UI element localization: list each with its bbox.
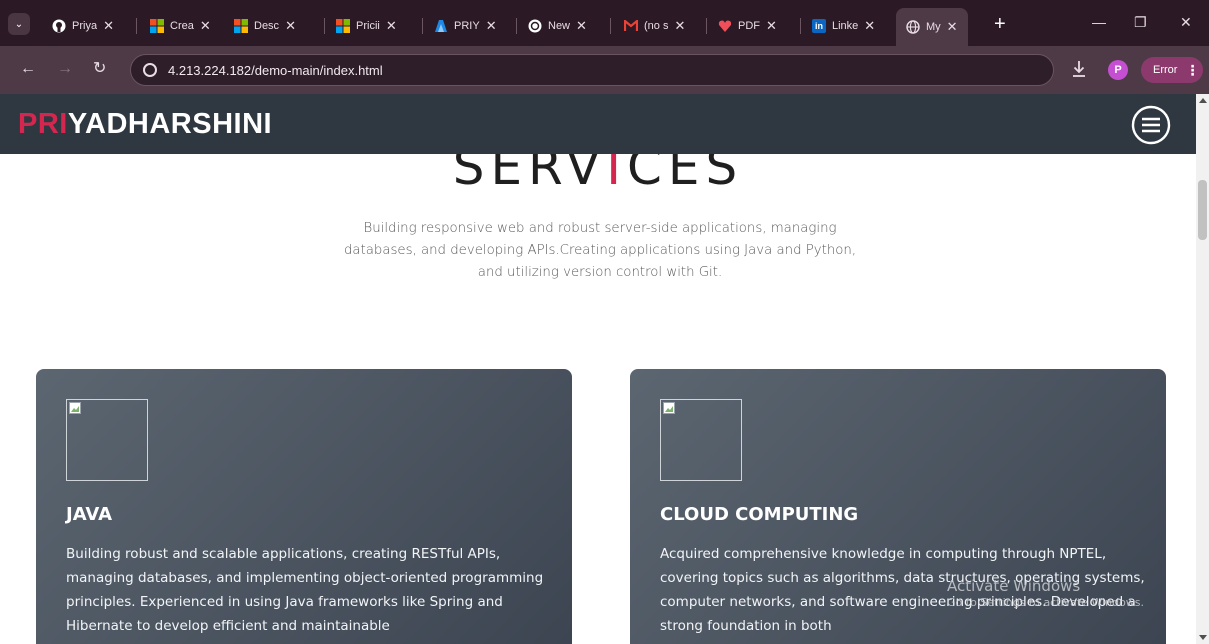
error-label: Error [1153,64,1178,76]
tab-label: My [926,21,941,33]
tab-label: Desc [254,20,280,32]
scroll-up-icon[interactable] [1199,98,1207,103]
tab-linkedin[interactable]: in Linke ✕ [812,12,875,40]
card-description: Building robust and scalable application… [66,546,544,634]
restore-icon[interactable]: ❐ [1134,14,1147,31]
tab-divider [516,18,517,34]
tab-azure[interactable]: PRIY ✕ [434,12,497,40]
tab-microsoft-3[interactable]: Pricii ✕ [336,12,397,40]
close-tab-icon[interactable]: ✕ [947,19,958,35]
tab-chatgpt[interactable]: New ✕ [528,12,587,40]
close-tab-icon[interactable]: ✕ [674,18,685,34]
tab-divider [800,18,801,34]
close-tab-icon[interactable]: ✕ [486,18,497,34]
profile-avatar[interactable]: P [1108,60,1128,80]
tab-label: (no s [644,20,669,32]
site-info-icon[interactable] [143,63,157,77]
tab-gmail[interactable]: (no s ✕ [624,12,685,40]
download-icon[interactable] [1071,59,1087,79]
tab-divider [422,18,423,34]
linkedin-icon: in [812,19,826,33]
site-logo[interactable]: PRIYADHARSHINI [18,108,272,141]
back-arrow-icon[interactable]: ← [20,60,36,78]
close-window-icon[interactable]: ✕ [1180,14,1192,31]
tab-active-portfolio[interactable]: My ✕ [896,8,968,46]
new-tab-icon[interactable]: + [994,14,1006,34]
close-tab-icon[interactable]: ✕ [200,18,211,34]
card-title: CLOUD COMPUTING [660,504,859,525]
url-text[interactable]: 4.213.224.182/demo-main/index.html [168,63,383,78]
browser-tab-strip: ⌄ Priya ✕ Crea ✕ Desc ✕ Pricii ✕ PRIY ✕ … [0,0,1209,46]
azure-icon [434,19,448,33]
browser-toolbar: ← → ↻ 4.213.224.182/demo-main/index.html… [0,46,1209,94]
tab-pdf[interactable]: PDF ✕ [718,12,777,40]
scrollbar-thumb[interactable] [1198,180,1207,240]
hamburger-menu-icon[interactable] [1128,105,1174,145]
tab-microsoft-1[interactable]: Crea ✕ [150,12,211,40]
card-title: JAVA [66,504,113,525]
minimize-icon[interactable]: — [1092,14,1106,30]
logo-text: YADHARSHINI [67,108,273,140]
tab-label: Pricii [356,20,380,32]
tab-divider [324,18,325,34]
service-card-java: JAVA Building robust and scalable applic… [36,369,572,644]
watermark-subtitle: Go to Settings to activate Windows. [947,596,1145,609]
microsoft-icon [336,19,350,33]
site-header: PRIYADHARSHINI [0,94,1196,154]
gmail-icon [624,19,638,33]
windows-activation-watermark: Activate Windows Go to Settings to activ… [947,577,1144,609]
tab-label: PDF [738,20,760,32]
chatgpt-icon [528,19,542,33]
close-tab-icon[interactable]: ✕ [386,18,397,34]
close-tab-icon[interactable]: ✕ [766,18,777,34]
tab-divider [610,18,611,34]
scroll-down-icon[interactable] [1199,635,1207,640]
address-bar[interactable]: 4.213.224.182/demo-main/index.html [130,54,1054,86]
tab-divider [136,18,137,34]
broken-image-icon [660,399,742,481]
tab-divider [706,18,707,34]
tab-label: PRIY [454,20,480,32]
broken-image-icon [66,399,148,481]
reload-icon[interactable]: ↻ [93,60,106,78]
pdf-icon [718,19,732,33]
tab-microsoft-2[interactable]: Desc ✕ [234,12,296,40]
tab-label: New [548,20,571,32]
tab-label: Linke [832,20,859,32]
tab-label: Priya [72,20,98,32]
globe-icon [906,20,920,34]
page-scrollbar[interactable] [1196,94,1209,644]
tab-search-icon[interactable]: ⌄ [8,13,30,35]
forward-arrow-icon[interactable]: → [57,60,73,78]
close-tab-icon[interactable]: ✕ [864,18,875,34]
github-icon [52,19,66,33]
watermark-title: Activate Windows [947,577,1081,595]
error-menu-button[interactable]: Error ⋮ [1141,57,1203,83]
logo-accent: PRI [18,108,68,140]
close-tab-icon[interactable]: ✕ [285,18,296,34]
page-viewport: PRIYADHARSHINI SERVICES Building respons… [0,94,1196,644]
tab-label: Crea [170,20,194,32]
microsoft-icon [150,19,164,33]
tab-github[interactable]: Priya ✕ [52,12,114,40]
microsoft-icon [234,19,248,33]
close-tab-icon[interactable]: ✕ [576,18,587,34]
close-tab-icon[interactable]: ✕ [103,18,114,34]
kebab-menu-icon: ⋮ [1185,61,1200,78]
services-intro: Building responsive web and robust serve… [343,221,857,280]
